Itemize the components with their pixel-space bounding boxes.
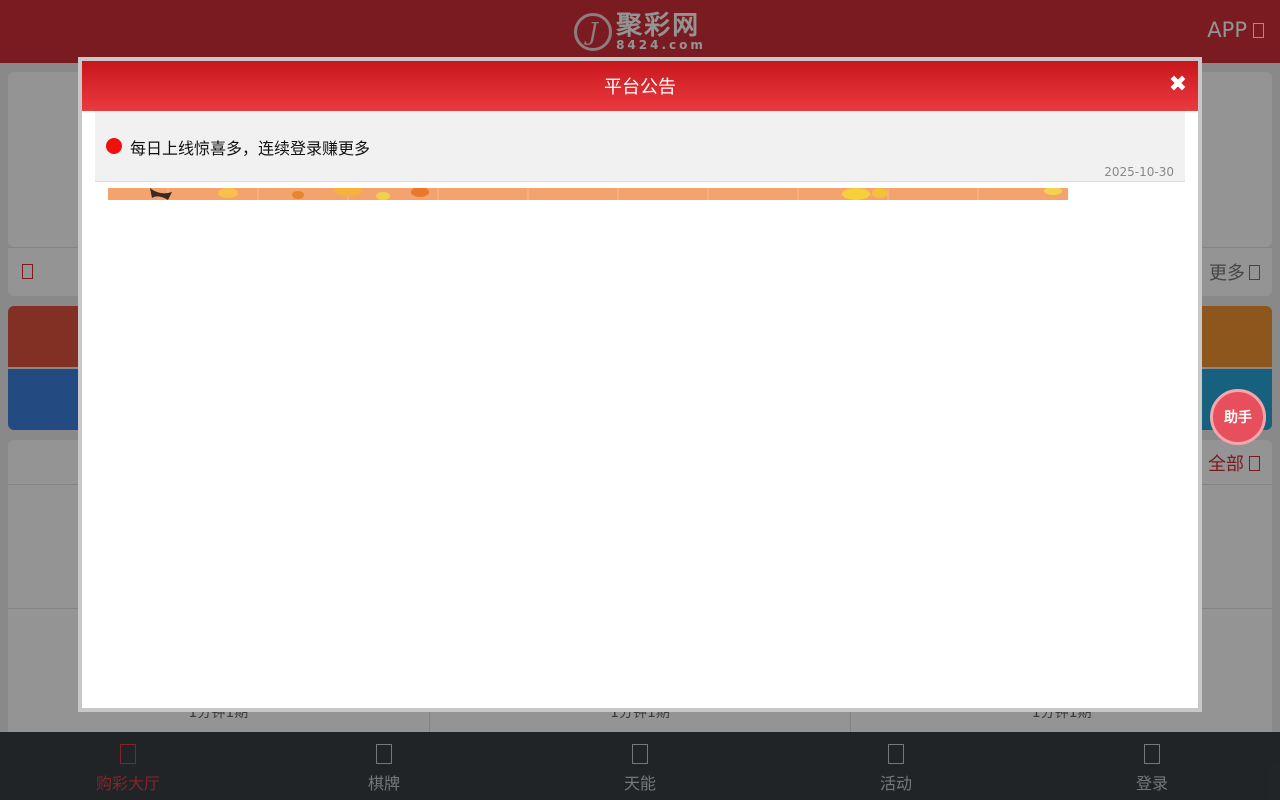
close-icon[interactable]: ✖ bbox=[1166, 73, 1190, 97]
announcement-date: 2025-10-30 bbox=[1104, 165, 1174, 179]
announcement-item[interactable]: 每日上线惊喜多，连续登录赚更多 2025-10-30 bbox=[95, 111, 1185, 182]
unread-dot-icon bbox=[106, 138, 122, 154]
announcement-title: 每日上线惊喜多，连续登录赚更多 bbox=[130, 139, 371, 158]
promo-image bbox=[108, 188, 1068, 200]
dialog-header: 平台公告 ✖ bbox=[82, 61, 1198, 111]
helper-float-button[interactable]: 助手 bbox=[1210, 389, 1266, 445]
dialog-title: 平台公告 bbox=[604, 77, 676, 98]
announcement-dialog: 平台公告 ✖ 每日上线惊喜多，连续登录赚更多 2025-10-30 bbox=[78, 57, 1202, 712]
